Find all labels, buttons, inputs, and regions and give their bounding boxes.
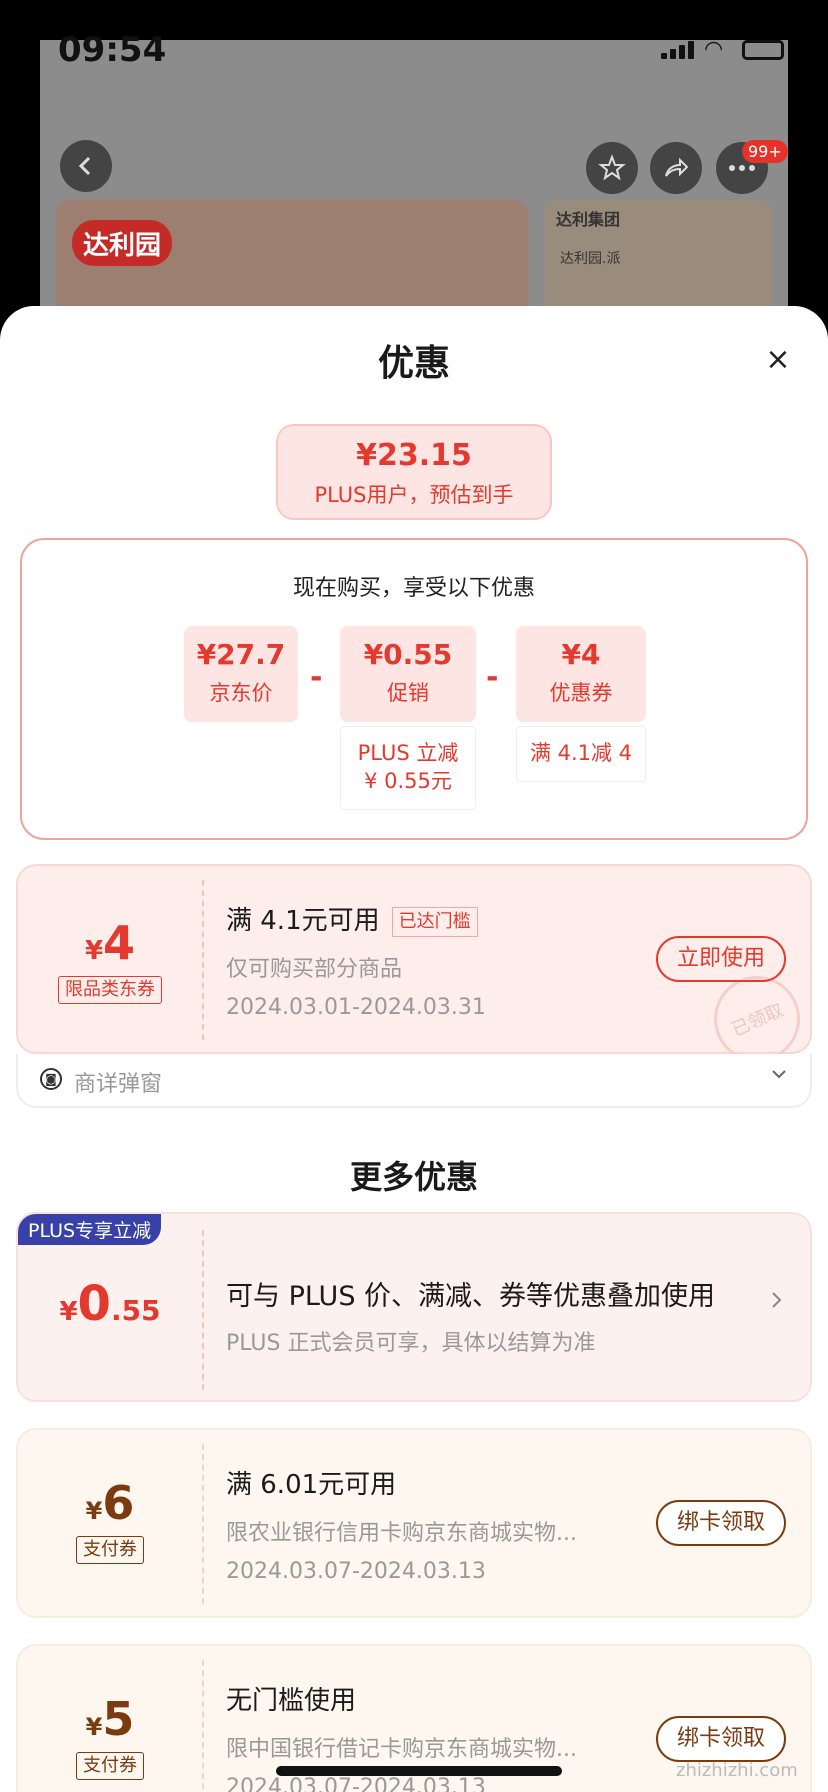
payment-coupon-value: 6 <box>102 1476 135 1530</box>
payment-coupon-value: 5 <box>102 1692 135 1746</box>
promo-note: PLUS 立减 ¥ 0.55元 <box>340 726 476 810</box>
payment-coupon-tag: 支付券 <box>76 1536 144 1564</box>
dashed-divider <box>202 1660 204 1792</box>
notification-badge: 99+ <box>742 140 788 163</box>
status-icons: ◠ <box>661 37 784 62</box>
coupon-card-body: ¥4 限品类东券 满 4.1元可用 已达门槛 仅可购买部分商品 2024.03.0… <box>16 864 812 1076</box>
chevron-right-icon <box>770 1288 784 1316</box>
payment-coupon-details: 满 6.01元可用 限农业银行信用卡购京东商城实物... 2024.03.07-… <box>226 1464 666 1584</box>
jd-price-label: 京东价 <box>209 681 273 705</box>
coupon-type-tag: 限品类东券 <box>58 976 162 1004</box>
chevron-down-icon <box>770 1064 788 1089</box>
payment-coupon-card: ¥6 支付券 满 6.01元可用 限农业银行信用卡购京东商城实物... 2024… <box>16 1428 812 1618</box>
home-indicator <box>276 1766 562 1776</box>
jd-price-pill: ¥27.7 京东价 <box>184 626 298 722</box>
more-offers-title: 更多优惠 <box>349 1158 478 1196</box>
payment-coupon-title: 满 6.01元可用 <box>226 1470 397 1500</box>
payment-coupon-tag: 支付券 <box>76 1752 144 1780</box>
promo-note-line1: PLUS 立减 <box>357 741 459 765</box>
promo-pill: ¥0.55 促销 <box>340 626 476 722</box>
battery-icon <box>742 40 784 60</box>
plus-title: 可与 PLUS 价、满减、券等优惠叠加使用 <box>226 1281 716 1312</box>
dashed-divider <box>202 880 204 1040</box>
currency-symbol: ¥ <box>85 1497 103 1525</box>
coupon-footer[interactable]: ◙ 商详弹窗 <box>16 1054 812 1108</box>
dashed-divider <box>202 1444 204 1604</box>
use-now-button[interactable]: 立即使用 <box>656 936 786 982</box>
coupon-pill: ¥4 优惠券 <box>516 626 646 722</box>
plus-discount-card[interactable]: PLUS专享立减 ¥0.55 可与 PLUS 价、满减、券等优惠叠加使用 PLU… <box>16 1212 812 1402</box>
share-icon[interactable] <box>650 142 702 194</box>
plus-description: PLUS 正式会员可享，具体以结算为准 <box>226 1331 596 1356</box>
estimated-price-label: PLUS用户，预估到手 <box>314 483 514 507</box>
price-breakdown: 现在购买，享受以下优惠 ¥27.7 京东价 - ¥0.55 促销 - ¥4 优惠… <box>20 538 808 840</box>
status-time: 09:54 <box>58 30 167 70</box>
back-icon[interactable] <box>60 140 112 192</box>
coupon-amount: ¥4 <box>18 916 202 970</box>
payment-coupon-date: 2024.03.07-2024.03.13 <box>226 1559 486 1584</box>
coupon-footer-label: 商详弹窗 <box>74 1072 163 1097</box>
minus-sign: - <box>486 660 499 695</box>
coupon-description: 仅可购买部分商品 <box>226 957 403 982</box>
payment-coupon-date: 2024.03.07-2024.03.13 <box>226 1775 486 1792</box>
wifi-icon: ◠ <box>704 37 724 62</box>
coupon-date-range: 2024.03.01-2024.03.31 <box>226 995 486 1020</box>
minus-sign: - <box>310 660 323 695</box>
promo-value: ¥0.55 <box>363 638 453 671</box>
bind-card-claim-button[interactable]: 绑卡领取 <box>656 1716 786 1762</box>
coupon-value: ¥4 <box>561 638 601 671</box>
bind-card-claim-button[interactable]: 绑卡领取 <box>656 1500 786 1546</box>
signal-icon <box>661 41 694 59</box>
coupon-condition: 满 4.1元可用 <box>226 906 380 936</box>
close-button[interactable]: × <box>760 342 796 378</box>
currency-symbol: ¥ <box>59 1297 78 1327</box>
payment-coupon-amount: ¥6 支付券 <box>18 1476 202 1564</box>
estimated-price: ¥23.15 <box>356 438 472 473</box>
plus-details: 可与 PLUS 价、满减、券等优惠叠加使用 PLUS 正式会员可享，具体以结算为… <box>226 1274 715 1357</box>
promo-note-line2: ¥ 0.55元 <box>364 769 452 793</box>
sheet-title: 优惠 <box>377 343 450 384</box>
ticket-icon: ◙ <box>40 1068 62 1090</box>
brand-card-subtitle: 达利园.派 <box>560 251 621 267</box>
coupon-title: 满 4.1元可用 已达门槛 <box>226 900 666 937</box>
payment-coupon-title: 无门槛使用 <box>226 1686 357 1716</box>
payment-coupon-amount: ¥5 支付券 <box>18 1692 202 1780</box>
jd-price-value: ¥27.7 <box>196 638 286 671</box>
coupon-amount-value: 4 <box>103 916 136 970</box>
dashed-divider <box>202 1230 204 1390</box>
threshold-reached-badge: 已达门槛 <box>391 906 478 937</box>
favorite-icon[interactable] <box>586 142 638 194</box>
brand-logo: 达利园 <box>72 220 172 266</box>
breakdown-title: 现在购买，享受以下优惠 <box>292 576 535 601</box>
coupon-details: 满 4.1元可用 已达门槛 仅可购买部分商品 2024.03.01-2024.03… <box>226 900 666 1020</box>
promo-label: 促销 <box>387 681 429 705</box>
payment-coupon-description: 限中国银行借记卡购京东商城实物... <box>226 1737 577 1762</box>
coupon-note: 满 4.1减 4 <box>516 726 646 782</box>
coupon-label: 优惠券 <box>549 681 613 705</box>
currency-symbol: ¥ <box>85 1713 103 1741</box>
brand-card-title: 达利集团 <box>556 210 621 229</box>
payment-coupon-description: 限农业银行信用卡购京东商城实物... <box>226 1521 577 1546</box>
plus-badge: PLUS专享立减 <box>18 1214 162 1245</box>
estimated-price-box: ¥23.15 PLUS用户，预估到手 <box>276 424 552 520</box>
coupon-card: ¥4 限品类东券 满 4.1元可用 已达门槛 仅可购买部分商品 2024.03.0… <box>16 864 812 1108</box>
plus-amount: ¥0.55 <box>18 1276 202 1332</box>
plus-amount-integer: 0 <box>77 1276 111 1332</box>
currency-symbol: ¥ <box>84 936 104 966</box>
coupon-amount-area: ¥4 限品类东券 <box>18 866 202 1052</box>
coupon-note-line1: 满 4.1减 4 <box>529 741 633 765</box>
plus-amount-decimal: .55 <box>110 1294 161 1327</box>
watermark: zhizhizhi.com <box>676 1760 798 1781</box>
discount-sheet: 优惠 × ¥23.15 PLUS用户，预估到手 现在购买，享受以下优惠 ¥27.… <box>0 306 828 1792</box>
